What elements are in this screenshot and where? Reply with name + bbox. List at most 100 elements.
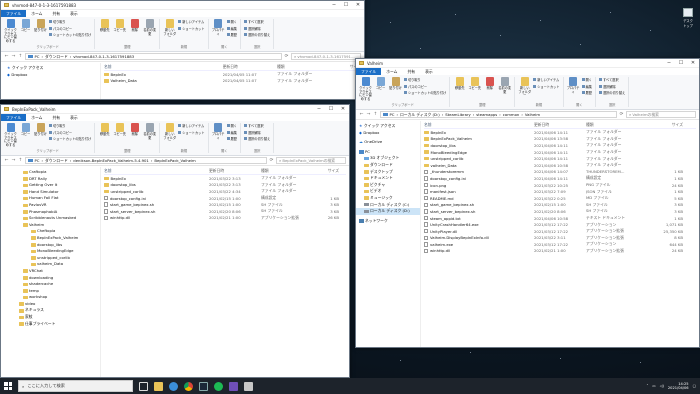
back-arrow-icon[interactable]: ←: [4, 54, 9, 59]
nav-item[interactable]: DRT Rally: [23, 176, 100, 183]
nav-item[interactable]: ダウンロード: [356, 162, 420, 169]
copy-path-button[interactable]: パスのコピー: [49, 26, 91, 31]
list-item[interactable]: BepInExPack_Valheim 2021/04/06 13:58 ファイ…: [424, 136, 696, 143]
list-item[interactable]: start_server_bepinex.sh 2021/02/20 8:06 …: [424, 208, 696, 215]
list-item[interactable]: UnityPlayer.dll 2021/03/12 17:22 アプリケーショ…: [424, 228, 696, 235]
new-folder-button[interactable]: 新しい フォルダー: [518, 77, 531, 101]
maximize-button[interactable]: ☐: [325, 106, 337, 112]
chrome-icon[interactable]: [184, 381, 193, 391]
forward-arrow-icon[interactable]: →: [11, 158, 16, 163]
nav-item[interactable]: ★ クイック アクセス: [356, 123, 420, 130]
search-input[interactable]: ⌕ BepInExPack_Valheimの検索: [276, 157, 346, 164]
spotify-icon[interactable]: [214, 381, 223, 391]
breadcrumb-pc[interactable]: PC: [390, 112, 395, 117]
shortcut-button[interactable]: ショートカット: [533, 84, 560, 89]
breadcrumb-current[interactable]: vhvmod-847-0-1-3-1617591883: [73, 54, 134, 59]
path-input[interactable]: PC › ローカル ディスク (D:) › SteamLibrary › steama…: [380, 111, 617, 118]
edit-button[interactable]: 編集: [226, 26, 237, 31]
nav-item[interactable]: ネキュラス: [19, 307, 100, 314]
nav-item[interactable]: doorstop_libs: [31, 242, 100, 249]
close-button[interactable]: ✕: [337, 106, 349, 112]
paste-shortcut-button[interactable]: ショートカットの貼り付け: [49, 136, 91, 141]
delete-button[interactable]: 削除: [483, 77, 496, 101]
list-item[interactable]: BepInEx 2021/04/06 14:11 ファイル フォルダー: [424, 129, 696, 136]
nav-item[interactable]: Scribblenauts Unmasked: [23, 215, 100, 222]
list-item[interactable]: doorstop_config.ini 2021/04/06 14:11 構成設…: [424, 175, 696, 182]
nav-item[interactable]: ローカル ディスク (C:): [356, 202, 420, 209]
tab-share[interactable]: 共有: [47, 115, 65, 121]
tab-share[interactable]: 共有: [47, 11, 65, 17]
up-arrow-icon[interactable]: ↑: [373, 112, 378, 117]
nav-item[interactable]: ネットワーク: [356, 218, 420, 225]
cut-button[interactable]: 切り取り: [49, 19, 91, 24]
move-to-button[interactable]: 移動先: [98, 19, 111, 43]
nav-item[interactable]: Valheim: [23, 222, 100, 229]
history-button[interactable]: 履歴: [226, 136, 237, 141]
breadcrumb-current[interactable]: BepInExPack_Valheim: [154, 158, 195, 163]
select-all-button[interactable]: すべて選択: [598, 77, 625, 82]
copy-button[interactable]: コピー: [374, 77, 387, 101]
invert-selection-button[interactable]: 選択の切り替え: [243, 32, 270, 37]
maximize-button[interactable]: ☐: [340, 2, 352, 8]
pin-quick-access-button[interactable]: クイック アクセス にピン留めする: [4, 123, 17, 147]
search-input[interactable]: ⌕ vhvmod-847-0-1-3-1617591...: [291, 53, 361, 60]
list-item[interactable]: BepInEx 2021/03/22 3:13 ファイル フォルダー: [104, 175, 346, 182]
open-button[interactable]: 開く: [226, 19, 237, 24]
nav-item[interactable]: workshop: [23, 294, 100, 301]
nav-item[interactable]: shadercache: [23, 281, 100, 288]
back-arrow-icon[interactable]: ←: [4, 158, 9, 163]
select-none-button[interactable]: 選択解除: [243, 26, 270, 31]
paste-button[interactable]: 貼り付け: [34, 123, 47, 147]
copy-to-button[interactable]: コピー先: [113, 123, 126, 147]
clock[interactable]: 14:25 2021/04/06: [668, 382, 689, 391]
steam-icon[interactable]: [199, 381, 208, 391]
network-icon[interactable]: ▭: [652, 384, 655, 388]
column-header[interactable]: 名前: [424, 122, 534, 128]
nav-item[interactable]: デスクトップ: [356, 169, 420, 176]
open-button[interactable]: 開く: [581, 77, 592, 82]
select-all-button[interactable]: すべて選択: [243, 123, 270, 128]
nav-item[interactable]: ビデオ: [356, 188, 420, 195]
nav-item[interactable]: VRChat: [23, 268, 100, 275]
nav-item[interactable]: Hand Simulator: [23, 189, 100, 196]
breadcrumb-steamapps[interactable]: steamapps: [476, 112, 497, 117]
file-explorer-icon[interactable]: [154, 381, 163, 391]
copy-path-button[interactable]: パスのコピー: [49, 130, 91, 135]
breadcrumb-pc[interactable]: PC: [35, 54, 40, 59]
tab-home[interactable]: ホーム: [26, 11, 47, 17]
nav-item[interactable]: MonoBleedingEdge: [31, 248, 100, 255]
nav-item[interactable]: 3D オブジェクト: [356, 155, 420, 162]
open-button[interactable]: 開く: [226, 123, 237, 128]
copy-to-button[interactable]: コピー先: [113, 19, 126, 43]
properties-button[interactable]: プロパティ: [567, 77, 580, 101]
nav-item[interactable]: ◆ Dropbox: [356, 130, 420, 137]
column-header[interactable]: サイズ: [309, 168, 339, 174]
properties-button[interactable]: プロパティ: [212, 19, 225, 43]
delete-button[interactable]: 削除: [128, 123, 141, 147]
explorer-window-valheim[interactable]: Valheim ─ ☐ ✕ ファイル ホーム 共有 表示 クイック アクセス にピン…: [355, 58, 700, 348]
list-item[interactable]: doorstop_libs 2021/03/22 3:13 ファイル フォルダー: [104, 182, 346, 189]
tab-view[interactable]: 表示: [65, 115, 83, 121]
title-bar[interactable]: vhvmod-847-0-1-3-1617591883 ─ ☐ ✕: [1, 1, 364, 10]
list-item[interactable]: start_server_bepinex.sh 2021/02/20 8:06 …: [104, 208, 346, 215]
select-none-button[interactable]: 選択解除: [598, 84, 625, 89]
nav-item[interactable]: Getting Over It: [23, 182, 100, 189]
new-folder-button[interactable]: 新しい フォルダー: [163, 19, 176, 43]
edit-button[interactable]: 編集: [226, 130, 237, 135]
nav-item[interactable]: ☁ OneDrive: [356, 139, 420, 146]
tab-home[interactable]: ホーム: [26, 115, 47, 121]
breadcrumb-common[interactable]: common: [503, 112, 520, 117]
list-item[interactable]: UnityCrashHandler64.exe 2021/03/12 17:22…: [424, 221, 696, 228]
column-header[interactable]: 種類: [586, 122, 638, 128]
edit-button[interactable]: 編集: [581, 84, 592, 89]
nav-item[interactable]: PavlovVR: [23, 202, 100, 209]
browser-icon[interactable]: [169, 381, 178, 391]
column-header[interactable]: 更新日時: [209, 168, 261, 174]
taskbar-search-input[interactable]: ⌕ ここに入力して検索: [18, 380, 133, 392]
cut-button[interactable]: 切り取り: [49, 123, 91, 128]
title-bar[interactable]: Valheim ─ ☐ ✕: [356, 59, 699, 68]
move-to-button[interactable]: 移動先: [453, 77, 466, 101]
nav-item[interactable]: ピクチャ: [356, 182, 420, 189]
nav-item[interactable]: Human Fall Flat: [23, 195, 100, 202]
nav-item[interactable]: ドキュメント: [356, 175, 420, 182]
